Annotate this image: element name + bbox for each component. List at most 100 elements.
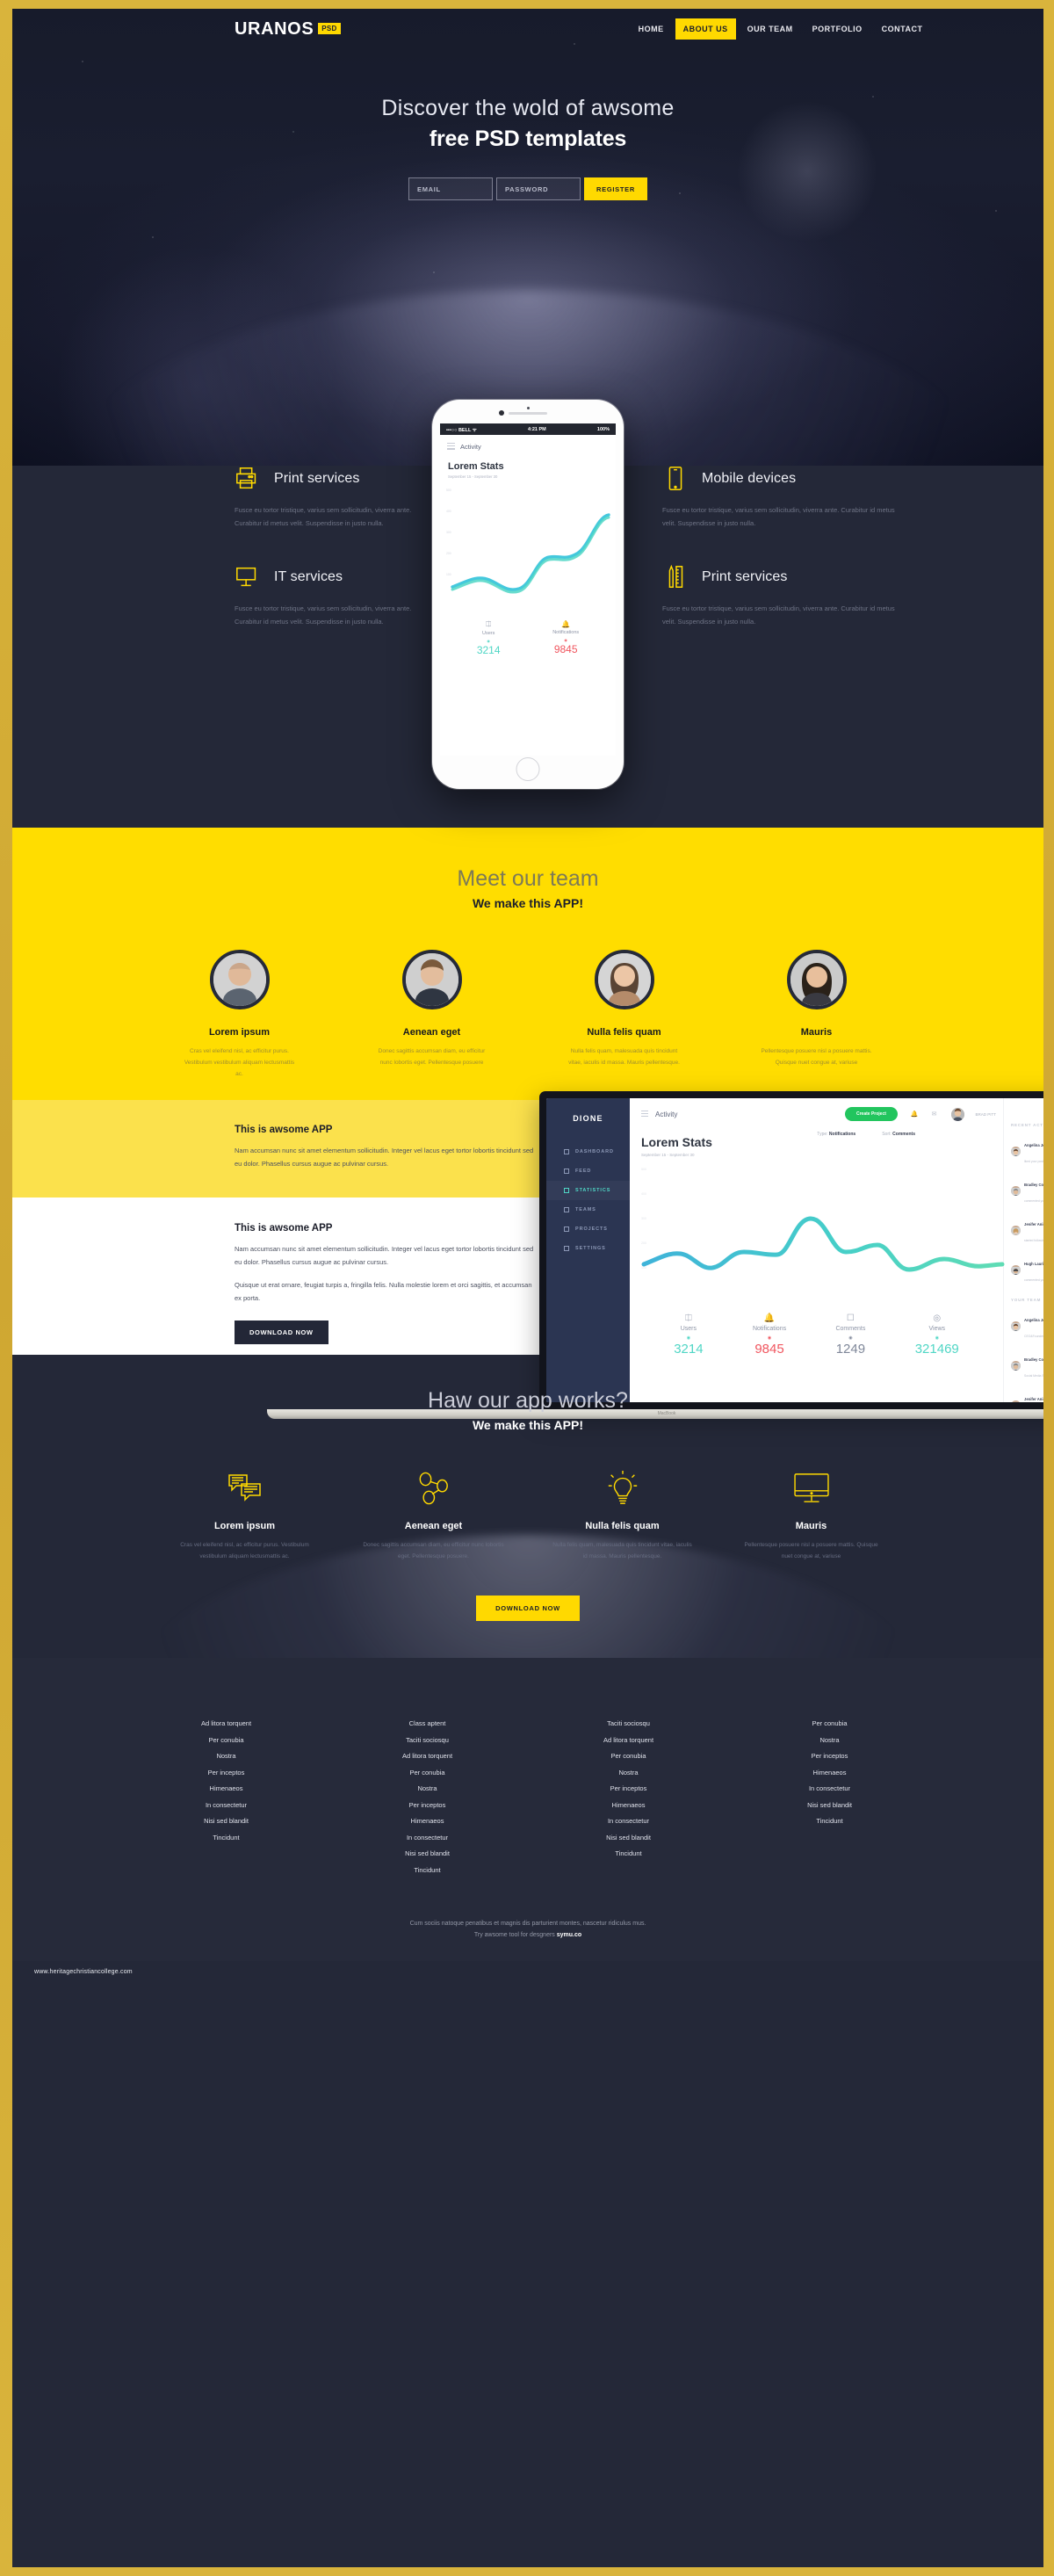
footer-link[interactable]: Nostra bbox=[775, 1736, 884, 1744]
footer-link[interactable]: Per conubia bbox=[775, 1719, 884, 1727]
member-description: Pellentesque posuere nisl a posuere matt… bbox=[761, 1048, 872, 1066]
email-input[interactable] bbox=[408, 177, 493, 200]
footer-link[interactable]: Ad litora torquent bbox=[574, 1736, 683, 1744]
footer-link[interactable]: Ad litora torquent bbox=[372, 1752, 482, 1760]
y-tick: 200 bbox=[446, 551, 451, 555]
footer-link[interactable]: Nisi sed blandit bbox=[574, 1834, 683, 1842]
footer-link[interactable]: Himenaeos bbox=[171, 1784, 281, 1792]
download-now-button-yellow[interactable]: DOWNLOAD NOW bbox=[476, 1596, 580, 1621]
stat-label: Notifications bbox=[552, 629, 580, 635]
activity-sub: commented your post bbox=[1024, 1278, 1043, 1282]
footer-link[interactable]: Himenaeos bbox=[775, 1769, 884, 1776]
nav-item-home[interactable]: HOME bbox=[631, 18, 672, 40]
nav-links: HOME ABOUT US OUR TEAM PORTFOLIO CONTACT bbox=[631, 18, 931, 40]
footer-link[interactable]: Nostra bbox=[574, 1769, 683, 1776]
team-role: CEO&Founder bbox=[1024, 1335, 1043, 1338]
footer-link[interactable]: Nisi sed blandit bbox=[775, 1801, 884, 1809]
notifications-icon[interactable]: 🔔 bbox=[911, 1111, 919, 1118]
sidebar-label: PROJECTS bbox=[575, 1226, 608, 1232]
hamburger-icon[interactable] bbox=[447, 443, 455, 452]
download-now-button-dark[interactable]: DOWNLOAD NOW bbox=[235, 1320, 328, 1344]
footer-link[interactable]: In consectetur bbox=[171, 1801, 281, 1809]
footer-link[interactable]: Tincidunt bbox=[171, 1834, 281, 1842]
activity-name: Hugh Laurie bbox=[1024, 1262, 1043, 1266]
team-name: Angelina Jolie bbox=[1024, 1318, 1043, 1322]
site-logo[interactable]: URANOS PSD bbox=[235, 20, 341, 38]
footer-link[interactable]: Taciti sociosqu bbox=[574, 1719, 683, 1727]
footer-link[interactable]: Per conubia bbox=[574, 1752, 683, 1760]
how-item-lorem-ipsum: Lorem ipsum Cras vel eleifend nisl, ac e… bbox=[172, 1469, 317, 1562]
footer-link[interactable]: In consectetur bbox=[574, 1817, 683, 1825]
dashboard-line-chart: 500 400 300 200 100 bbox=[630, 1161, 1005, 1310]
sidebar-item-settings[interactable]: SETTINGS bbox=[546, 1239, 630, 1258]
sidebar-item-dashboard[interactable]: DASHBOARD bbox=[546, 1142, 630, 1161]
sidebar-item-teams[interactable]: TEAMS bbox=[546, 1200, 630, 1219]
filter-sort[interactable]: Sort: Comments bbox=[882, 1132, 915, 1137]
sidebar-item-projects[interactable]: PROJECTS bbox=[546, 1219, 630, 1239]
sidebar-item-feed[interactable]: FEED bbox=[546, 1161, 630, 1181]
service-description: Fusce eu tortor tristique, varius sem so… bbox=[662, 506, 895, 528]
member-name: Mauris bbox=[800, 1027, 833, 1038]
footer-link[interactable]: Per conubia bbox=[372, 1769, 482, 1776]
footer-link[interactable]: Per inceptos bbox=[574, 1784, 683, 1792]
footer-link[interactable]: In consectetur bbox=[372, 1834, 482, 1842]
password-input[interactable] bbox=[496, 177, 581, 200]
member-name: Lorem ipsum bbox=[208, 1027, 271, 1038]
phone-camera bbox=[499, 410, 504, 416]
footer-note-line-1: Cum sociis natoque penatibus et magnis d… bbox=[409, 1921, 646, 1927]
activity-item[interactable]: Bradley Cooper commented your post bbox=[1011, 1175, 1043, 1206]
dashboard-stat-views: ◎ Views ◉ 321469 bbox=[915, 1313, 959, 1357]
your-team-title: YOUR TEAM bbox=[1011, 1298, 1042, 1302]
avatar-photo bbox=[405, 953, 458, 1006]
activity-item[interactable]: Jenifer Aniston started following you bbox=[1011, 1214, 1043, 1246]
app-block-top: This is awsome APP Nam accumsan nunc sit… bbox=[235, 1125, 538, 1171]
app-heading: This is awsome APP bbox=[235, 1223, 333, 1234]
footer-link[interactable]: Per inceptos bbox=[372, 1801, 482, 1809]
dashboard-stat-users: ⎅ Users ◉ 3214 bbox=[674, 1313, 703, 1357]
member-name: Nulla felis quam bbox=[587, 1027, 661, 1038]
hamburger-icon[interactable] bbox=[641, 1110, 648, 1118]
bell-icon: 🔔 bbox=[561, 619, 571, 628]
footer-link[interactable]: Per inceptos bbox=[775, 1752, 884, 1760]
footer-link[interactable]: Tincidunt bbox=[775, 1817, 884, 1825]
phone-chart-heading: Lorem Stats bbox=[448, 460, 504, 472]
how-item-description: Pellentesque posuere nisl a posuere matt… bbox=[744, 1542, 878, 1559]
footer-link[interactable]: Himenaeos bbox=[574, 1801, 683, 1809]
nav-item-contact[interactable]: CONTACT bbox=[874, 18, 931, 40]
avatar[interactable] bbox=[951, 1107, 965, 1121]
sidebar-item-statistics[interactable]: STATISTICS bbox=[546, 1181, 630, 1200]
messages-icon[interactable]: ✉ bbox=[932, 1111, 937, 1118]
footer-link[interactable]: Nisi sed blandit bbox=[372, 1849, 482, 1857]
nav-item-our-team[interactable]: OUR TEAM bbox=[740, 18, 801, 40]
footer-link[interactable]: Himenaeos bbox=[372, 1817, 482, 1825]
footer-link[interactable]: Per conubia bbox=[171, 1736, 281, 1744]
service-print-services-2: Print services Fusce eu tortor tristique… bbox=[662, 564, 952, 629]
mobile-icon bbox=[668, 467, 682, 490]
footer-link[interactable]: In consectetur bbox=[775, 1784, 884, 1792]
footer-link[interactable]: Nostra bbox=[171, 1752, 281, 1760]
how-subtitle: We make this APP! bbox=[472, 1418, 584, 1432]
nav-item-about-us[interactable]: ABOUT US bbox=[675, 18, 736, 40]
team-section: Meet our team We make this APP! Lorem ip… bbox=[12, 828, 1043, 1100]
team-item[interactable]: Angelina Jolie CEO&Founder bbox=[1011, 1310, 1043, 1342]
footer-link[interactable]: Nisi sed blandit bbox=[171, 1817, 281, 1825]
footer-link[interactable]: Tincidunt bbox=[574, 1849, 683, 1857]
nav-item-portfolio[interactable]: PORTFOLIO bbox=[805, 18, 870, 40]
footer-link[interactable]: Per inceptos bbox=[171, 1769, 281, 1776]
stat-dot-icon: ◉ bbox=[767, 1335, 772, 1341]
activity-item[interactable]: Angelina Jolie liked your post bbox=[1011, 1135, 1043, 1167]
footer-note-link[interactable]: symu.co bbox=[557, 1932, 581, 1938]
footer-link[interactable]: Taciti sociosqu bbox=[372, 1736, 482, 1744]
folder-icon bbox=[564, 1226, 569, 1232]
footer-link[interactable]: Class aptent bbox=[372, 1719, 482, 1727]
create-project-button[interactable]: Create Project bbox=[844, 1107, 898, 1121]
phone-home-button[interactable] bbox=[516, 757, 540, 781]
register-button[interactable]: REGISTER bbox=[584, 177, 647, 200]
footer-link[interactable]: Ad litora torquent bbox=[171, 1719, 281, 1727]
filter-type[interactable]: Type: Notifications bbox=[817, 1132, 855, 1137]
activity-item[interactable]: Hugh Laurie commented your post bbox=[1011, 1254, 1043, 1285]
hero-title: Discover the wold of awsome bbox=[381, 96, 675, 120]
footer-link[interactable]: Tincidunt bbox=[372, 1866, 482, 1874]
app-paragraph-secondary: Quisque ut erat ornare, feugiat turpis a… bbox=[235, 1280, 532, 1303]
footer-link[interactable]: Nostra bbox=[372, 1784, 482, 1792]
